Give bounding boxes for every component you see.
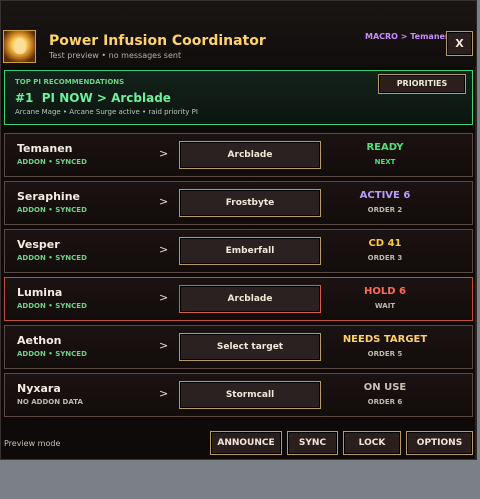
arrow-right-icon: > <box>159 387 169 400</box>
macro-target-label: MACRO > Temanen <box>365 32 451 41</box>
addon-status: ADDON • SYNCED <box>17 254 87 262</box>
priest-row[interactable]: Aethon ADDON • SYNCED > Select target NEEDS … <box>4 325 473 369</box>
arrow-right-icon: > <box>159 147 169 160</box>
recommendation-main: #1 PI NOW > Arcblade <box>15 91 171 105</box>
priorities-button[interactable]: PRIORITIES <box>378 74 466 94</box>
arrow-right-icon: > <box>159 243 169 256</box>
pi-order: ORDER 2 <box>367 206 403 214</box>
priest-row[interactable]: Vesper ADDON • SYNCED > Emberfall CD 41 ORDER… <box>4 229 473 273</box>
lock-button[interactable]: LOCK <box>343 431 401 455</box>
addon-status: ADDON • SYNCED <box>17 302 87 310</box>
priest-name: Vesper <box>17 238 60 251</box>
addon-status: ADDON • SYNCED <box>17 158 87 166</box>
title-bar[interactable]: Power Infusion Coordinator Test preview … <box>1 1 476 67</box>
pi-status: ACTIVE 6 <box>359 190 411 201</box>
recommendation-panel: TOP PI RECOMMENDATIONS #1 PI NOW > Arcbl… <box>4 70 473 125</box>
priest-row[interactable]: Seraphine ADDON • SYNCED > Frostbyte ACTIVE … <box>4 181 473 225</box>
priest-portrait-icon <box>3 30 36 63</box>
addon-status: ADDON • SYNCED <box>17 206 87 214</box>
pi-coordinator-window: Power Infusion Coordinator Test preview … <box>0 0 477 460</box>
pi-target-button[interactable]: Emberfall <box>179 237 321 265</box>
pi-target-button[interactable]: Arcblade <box>179 285 321 313</box>
priest-name: Temanen <box>17 142 73 155</box>
close-button[interactable]: X <box>446 31 473 56</box>
pi-target-button[interactable]: Select target <box>179 333 321 361</box>
priest-name: Lumina <box>17 286 63 299</box>
window-subtitle: Test preview • no messages sent <box>49 51 182 60</box>
pi-target-button[interactable]: Frostbyte <box>179 189 321 217</box>
priest-row[interactable]: Nyxara NO ADDON DATA > Stormcall ON USE ORDER… <box>4 373 473 417</box>
priest-name: Aethon <box>17 334 62 347</box>
sync-button[interactable]: SYNC <box>287 431 338 455</box>
arrow-right-icon: > <box>159 291 169 304</box>
pi-status: NEEDS TARGET <box>342 334 428 345</box>
priest-row[interactable]: Temanen ADDON • SYNCED > Arcblade READY NEXT <box>4 133 473 177</box>
priest-name: Nyxara <box>17 382 61 395</box>
arrow-right-icon: > <box>159 195 169 208</box>
pi-target-button[interactable]: Stormcall <box>179 381 321 409</box>
window-title: Power Infusion Coordinator <box>49 33 266 49</box>
recommendation-heading: TOP PI RECOMMENDATIONS <box>15 78 125 86</box>
addon-status: NO ADDON DATA <box>17 398 83 406</box>
pi-target-button[interactable]: Arcblade <box>179 141 321 169</box>
priest-row[interactable]: Lumina ADDON • SYNCED > Arcblade HOLD 6 WAIT <box>4 277 473 321</box>
arrow-right-icon: > <box>159 339 169 352</box>
pi-order: ORDER 5 <box>367 350 403 358</box>
pi-order: WAIT <box>374 302 396 310</box>
preview-mode-label: Preview mode <box>4 439 61 448</box>
recommendation-rank: #1 <box>15 91 34 105</box>
announce-button[interactable]: ANNOUNCE <box>210 431 282 455</box>
pi-order: ORDER 3 <box>367 254 403 262</box>
options-button[interactable]: OPTIONS <box>406 431 473 455</box>
recommendation-text: PI NOW > Arcblade <box>41 91 171 105</box>
pi-status: HOLD 6 <box>364 286 406 297</box>
pi-status: READY <box>366 142 404 153</box>
pi-status: CD 41 <box>368 238 402 249</box>
pi-status: ON USE <box>363 382 407 393</box>
pi-order: NEXT <box>374 158 396 166</box>
pi-order: ORDER 6 <box>367 398 403 406</box>
priest-name: Seraphine <box>17 190 80 203</box>
addon-status: ADDON • SYNCED <box>17 350 87 358</box>
recommendation-detail: Arcane Mage • Arcane Surge active • raid… <box>15 108 198 116</box>
